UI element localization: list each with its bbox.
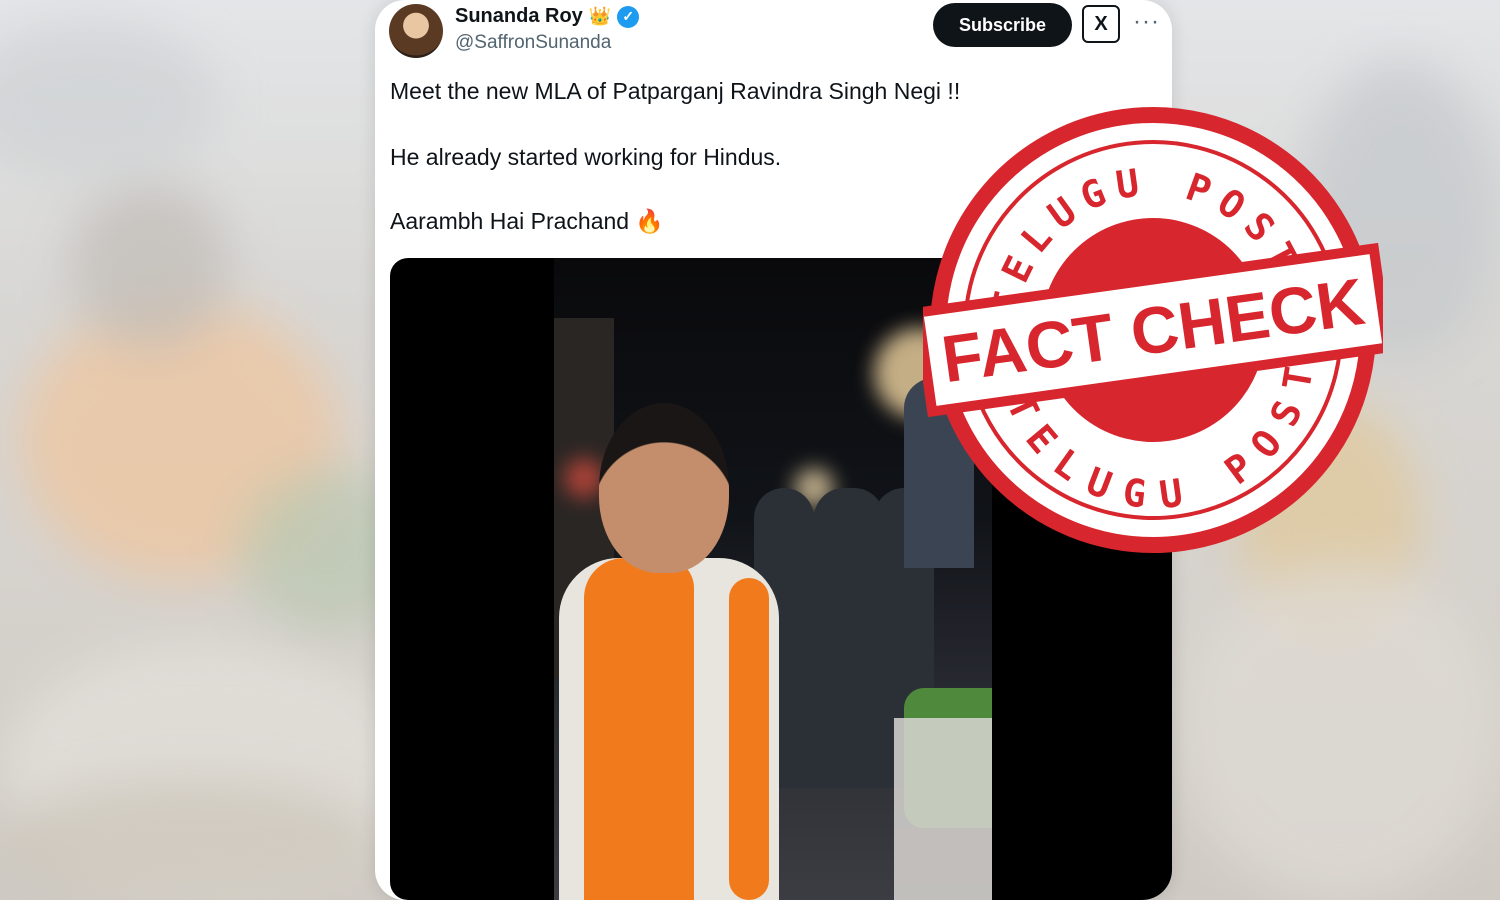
- crown-emoji: 👑: [588, 6, 612, 26]
- author-name[interactable]: Sunanda Roy: [455, 5, 583, 28]
- fire-emoji: 🔥: [635, 208, 664, 234]
- verified-badge-icon: ✓: [617, 5, 640, 28]
- author-row: Sunanda Roy 👑 ✓: [455, 5, 640, 28]
- more-options-icon[interactable]: ···: [1133, 8, 1160, 36]
- avatar[interactable]: [389, 4, 443, 58]
- grok-icon[interactable]: X: [1082, 5, 1120, 43]
- author-handle[interactable]: @SaffronSunanda: [455, 32, 611, 54]
- tweet-text-line-1: Meet the new MLA of Patparganj Ravindra …: [390, 78, 961, 104]
- subscribe-button[interactable]: Subscribe: [933, 3, 1072, 47]
- fact-check-stamp: TELUGU POST TELUGU POST FACT CHECK: [923, 107, 1383, 553]
- tweet-text-line-3-text: Aarambh Hai Prachand: [390, 208, 630, 234]
- tweet-text-line-3: Aarambh Hai Prachand 🔥: [390, 208, 664, 235]
- tweet-text-line-2: He already started working for Hindus.: [390, 144, 782, 170]
